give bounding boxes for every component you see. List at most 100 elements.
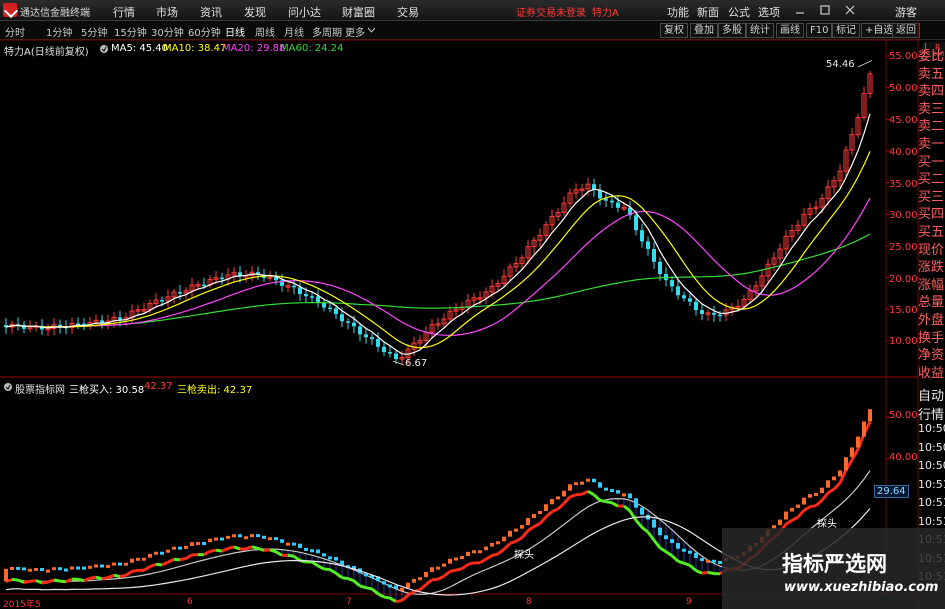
right-item-3: 卖三 [918, 101, 945, 117]
indicator-main-segment [233, 545, 241, 551]
candle-body-down [328, 307, 332, 310]
indicator-candle-down [220, 537, 224, 541]
indicator-main-segment [455, 567, 463, 572]
indicator-candle-up [232, 534, 236, 538]
indicator-main-segment [119, 573, 127, 579]
ma60-label: MA60: 24.24 [280, 43, 344, 54]
indicator-buy-label: 三枪买入: 30.58 [69, 385, 145, 396]
right-tick-3: 10:50 [918, 440, 945, 454]
indicator-candle-up [172, 546, 176, 550]
indicator-main-segment [77, 577, 85, 583]
right-item-0: 委比 [918, 49, 945, 64]
indicator-main-segment [677, 559, 685, 565]
candle-body-down [346, 321, 350, 323]
candle-body-down [316, 296, 320, 303]
indicator-candle-down [22, 567, 26, 571]
indicator-candle-up [502, 536, 506, 542]
indicator-main-segment [551, 507, 559, 513]
y-label-30: 30.00 [889, 210, 918, 221]
indicator-candle-down [592, 478, 596, 483]
candle-body-down [688, 298, 692, 302]
indicator-candle-down [700, 558, 704, 562]
ma20-line [5, 197, 871, 337]
low-price-marker: 6.67 [405, 358, 428, 369]
right-item-16: 换手 [918, 330, 945, 346]
indicator-candle-up [430, 567, 434, 572]
indicator-current-value: 29.64 [874, 485, 909, 498]
indicator-main-segment [383, 595, 391, 600]
indicator-candle-up [250, 534, 254, 538]
indicator-candle-down [664, 535, 668, 540]
settings-circle-icon[interactable] [99, 44, 109, 54]
indicator-main-segment [107, 573, 115, 579]
indicator-main-segment [23, 579, 31, 584]
indicator-main-segment [59, 579, 67, 584]
right-item-2: 卖四 [918, 84, 945, 100]
indicator-candle-down [100, 564, 104, 568]
indicator-candle-down [118, 562, 122, 566]
indicator-candle-down [640, 507, 644, 515]
indicator-candle-up [856, 436, 860, 448]
candle-body-down [634, 215, 638, 231]
indicator-candle-down [160, 551, 164, 555]
indicator-candle-up [472, 550, 476, 554]
indicator-main-segment [485, 554, 493, 561]
indicator-main-segment [827, 487, 835, 495]
indicator-main-segment [371, 587, 379, 595]
right-item-15: 外盘 [918, 313, 945, 328]
indicator-main-segment [533, 522, 541, 528]
candle-body-down [388, 352, 392, 354]
candle-body-down [352, 322, 356, 327]
indicator-candle-up [268, 537, 272, 541]
app-window: 通达信金融终端 行情 市场 资讯 发现 问小达 财富圈 交易 证券交易未登录 特… [0, 0, 945, 609]
indicator-settings-icon[interactable] [3, 382, 13, 392]
x-label-may: 2015年5 [3, 600, 41, 609]
indicator-main-segment [605, 500, 613, 505]
indicator-main-segment [581, 489, 589, 496]
right-tick-6: 10:51 [918, 496, 945, 509]
indicator-main-segment [515, 536, 523, 543]
indicator-main-segment [53, 578, 61, 583]
indicator-main-segment [209, 548, 217, 553]
indicator-candle-down [676, 543, 680, 549]
indicator-main-segment [173, 557, 181, 562]
indicator-candle-up [166, 549, 170, 553]
indicator-main-segment [461, 563, 469, 570]
indicator-candle-up [580, 481, 584, 485]
indicator-candle-down [604, 487, 608, 491]
indicator-candle-up [28, 568, 32, 572]
indicator-main-segment [509, 539, 517, 545]
indicator-candle-up [808, 494, 812, 498]
indicator-candle-up [124, 562, 128, 566]
indicator-main-segment [803, 505, 811, 512]
indicator-candle-up [574, 482, 578, 486]
indicator-candle-down [340, 560, 344, 566]
indicator-main-segment [167, 557, 175, 564]
indicator-main-segment [395, 599, 403, 604]
indicator-main-segment [467, 561, 475, 566]
indicator-main-segment [41, 580, 49, 585]
indicator-main-segment [287, 553, 295, 558]
chart-canvas[interactable] [0, 0, 945, 609]
indicator-main-segment [670, 554, 680, 563]
right-item-4: 卖二 [918, 119, 945, 135]
indicator-main-segment [155, 562, 163, 567]
indicator-main-segment [646, 531, 656, 542]
candle-body-down [292, 285, 296, 288]
indicator-candle-down [382, 581, 386, 585]
y-label-50: 50.00 [889, 83, 918, 94]
indicator-candle-up [190, 542, 194, 546]
indicator-candle-down [262, 535, 266, 539]
indicator-candle-up [826, 480, 830, 488]
indicator-candle-down [694, 552, 698, 559]
indicator-candle-up [832, 476, 836, 481]
indicator-candle-up [4, 568, 8, 582]
indicator-main-segment [538, 515, 548, 525]
indicator-candle-up [496, 541, 500, 545]
ma10-label: MA10: 38.47 [163, 43, 227, 54]
indicator-main-segment [814, 499, 824, 507]
candle-body-down [616, 202, 620, 208]
candle-body-down [640, 230, 644, 242]
indicator-main-segment [683, 561, 691, 567]
indicator-main-segment [29, 579, 37, 583]
